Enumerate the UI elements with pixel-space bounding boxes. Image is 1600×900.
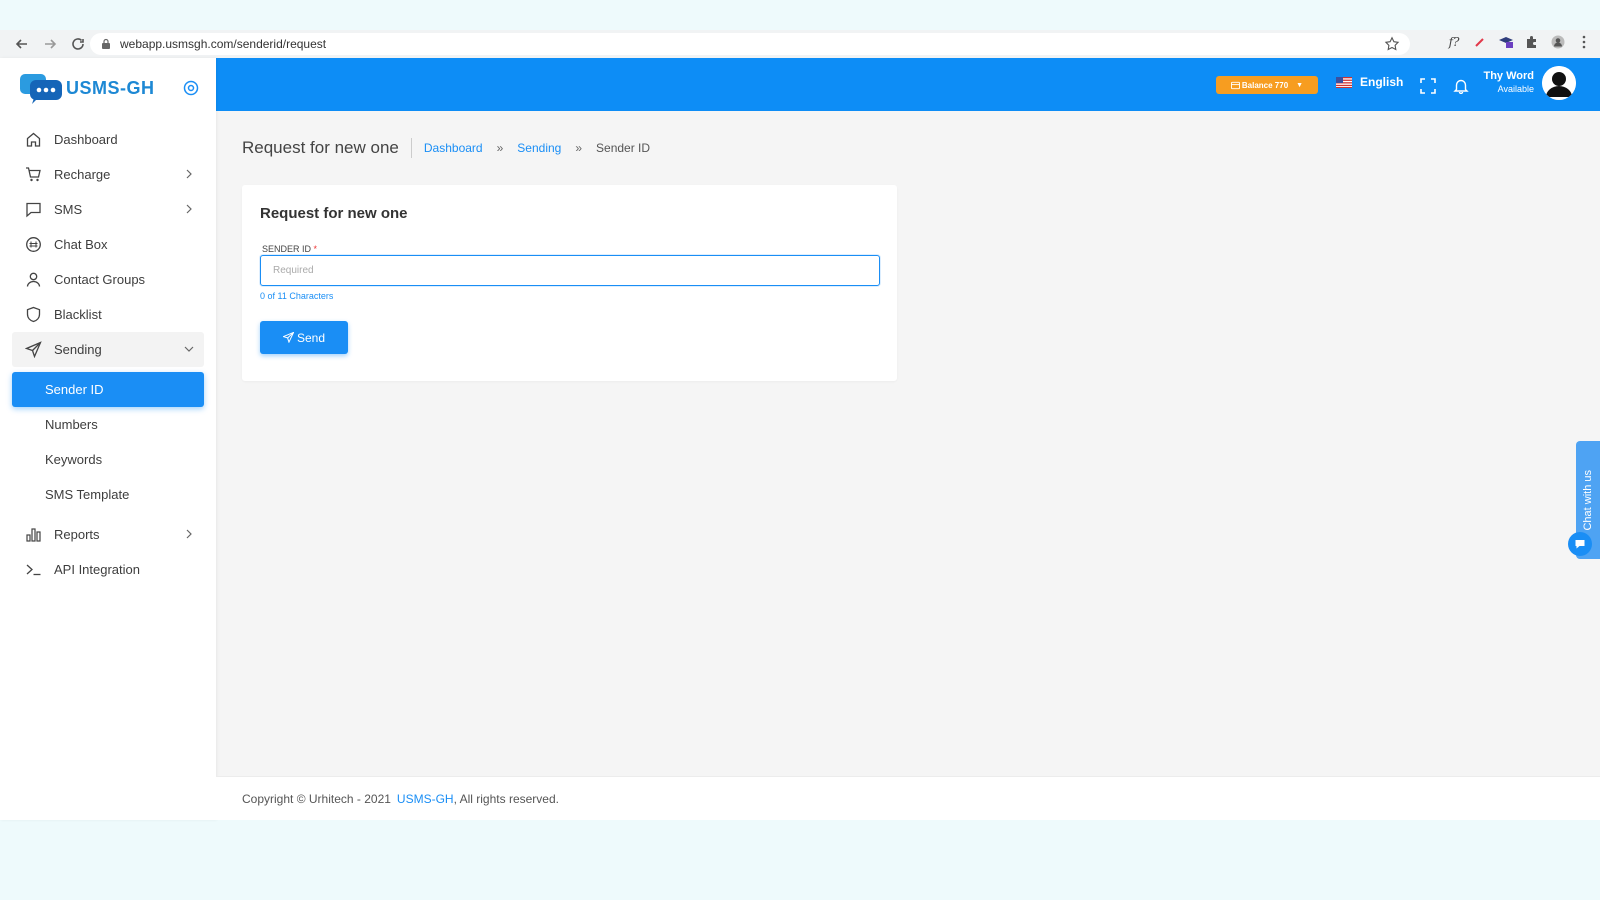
sidebar-subitem-numbers[interactable]: Numbers xyxy=(0,407,216,442)
url-text: webapp.usmsgh.com/senderid/request xyxy=(120,37,327,51)
font-ext-icon[interactable]: f? xyxy=(1446,34,1462,50)
extensions-area: f? xyxy=(1446,34,1592,50)
chat-with-us-label: Chat with us xyxy=(1582,469,1594,531)
language-selector[interactable]: English xyxy=(1336,75,1403,89)
target-icon[interactable] xyxy=(183,80,199,96)
user-info[interactable]: Thy Word Available xyxy=(1472,70,1534,94)
breadcrumb-separator: » xyxy=(575,141,583,155)
back-icon[interactable] xyxy=(10,32,34,56)
bell-icon[interactable] xyxy=(1453,78,1469,94)
user-name: Thy Word xyxy=(1483,70,1534,82)
chat-bubble-icon[interactable] xyxy=(1568,532,1592,556)
chevron-down-icon xyxy=(184,346,194,352)
brand-name: USMS-GH xyxy=(66,77,155,98)
footer-brand-link[interactable]: USMS-GH xyxy=(397,792,454,806)
lock-icon xyxy=(102,38,110,49)
chat-logo-icon xyxy=(20,74,62,104)
breadcrumb-sending[interactable]: Sending xyxy=(517,141,561,155)
chevron-right-icon xyxy=(186,529,192,539)
shield-icon xyxy=(25,306,42,323)
sidebar-item-label: API Integration xyxy=(54,562,140,577)
sidebar-subitem-sms-template[interactable]: SMS Template xyxy=(0,477,216,512)
sidebar-item-blacklist[interactable]: Blacklist xyxy=(0,297,216,332)
home-icon xyxy=(25,131,42,148)
user-icon xyxy=(25,271,42,288)
sidebar-item-sms[interactable]: SMS xyxy=(0,192,216,227)
sidebar: USMS-GH Dashboard Recharge SMS Chat Box xyxy=(0,58,216,820)
sidebar-item-sending[interactable]: Sending xyxy=(12,332,204,367)
sidebar-item-label: Sending xyxy=(54,342,102,357)
char-count: 0 of 11 Characters xyxy=(260,291,334,301)
send-button[interactable]: Send xyxy=(260,321,348,354)
page-title: Request for new one xyxy=(242,138,412,158)
us-flag-icon xyxy=(1336,76,1352,88)
sidebar-item-label: Dashboard xyxy=(54,132,118,147)
chevron-down-icon: ▼ xyxy=(1296,81,1304,89)
sidebar-item-dashboard[interactable]: Dashboard xyxy=(0,122,216,157)
page-header: Request for new one Dashboard » Sending … xyxy=(242,138,650,158)
browser-toolbar: webapp.usmsgh.com/senderid/request f? xyxy=(0,30,1600,58)
rights-text: , All rights reserved. xyxy=(453,791,559,806)
message-icon xyxy=(25,201,42,218)
balance-button[interactable]: Balance 770 ▼ xyxy=(1216,76,1318,94)
sidebar-item-label: Contact Groups xyxy=(54,272,146,287)
request-form-card: Request for new one SENDER ID * 0 of 11 … xyxy=(242,185,897,381)
profile-icon[interactable] xyxy=(1550,34,1566,50)
sidebar-item-recharge[interactable]: Recharge xyxy=(0,157,216,192)
copyright-text: Copyright © Urhitech - 2021 xyxy=(242,791,391,806)
terminal-icon xyxy=(25,561,42,578)
balance-label: Balance 770 xyxy=(1241,80,1289,90)
address-bar[interactable]: webapp.usmsgh.com/senderid/request xyxy=(90,33,1410,55)
sender-id-input[interactable] xyxy=(260,255,880,286)
sidebar-item-label: SMS xyxy=(54,202,83,217)
sender-id-label-text: SENDER ID xyxy=(262,244,312,254)
sender-id-label: SENDER ID * xyxy=(262,244,317,254)
forward-icon[interactable] xyxy=(38,32,62,56)
brand-logo[interactable]: USMS-GH xyxy=(18,72,155,104)
pen-ext-icon[interactable] xyxy=(1472,34,1488,50)
language-label: English xyxy=(1360,75,1404,89)
breadcrumb-dashboard[interactable]: Dashboard xyxy=(424,141,483,155)
chevron-right-icon xyxy=(186,204,192,214)
top-header: Balance 770 ▼ English Thy Word Available xyxy=(216,58,1600,111)
user-status: Available xyxy=(1497,84,1534,94)
card-title: Request for new one xyxy=(260,205,408,222)
sidebar-item-contact-groups[interactable]: Contact Groups xyxy=(0,262,216,297)
sidebar-item-api-integration[interactable]: API Integration xyxy=(0,552,216,587)
sidebar-item-label: Blacklist xyxy=(54,307,102,322)
app-window: Balance 770 ▼ English Thy Word Available xyxy=(0,58,1600,820)
breadcrumb-separator: » xyxy=(496,141,504,155)
sidebar-menu: Dashboard Recharge SMS Chat Box Contact … xyxy=(0,122,216,587)
sidebar-subitem-keywords[interactable]: Keywords xyxy=(0,442,216,477)
sidebar-item-chat-box[interactable]: Chat Box xyxy=(0,227,216,262)
sidebar-subitem-sender-id[interactable]: Sender ID xyxy=(12,372,204,407)
wallet-icon xyxy=(1230,81,1240,89)
avatar[interactable] xyxy=(1542,66,1576,100)
breadcrumb-current: Sender ID xyxy=(596,141,651,155)
reload-icon[interactable] xyxy=(66,32,90,56)
bar-chart-icon xyxy=(25,526,42,543)
puzzle-icon[interactable] xyxy=(1524,34,1540,50)
sidebar-item-label: Chat Box xyxy=(54,237,108,252)
chevron-right-icon xyxy=(186,169,192,179)
footer: Copyright © Urhitech - 2021 USMS-GH , Al… xyxy=(216,776,1600,820)
chat-icon xyxy=(25,236,42,253)
cap-ext-icon[interactable] xyxy=(1498,34,1514,50)
send-icon xyxy=(282,332,294,343)
send-label: Send xyxy=(296,330,326,345)
send-icon xyxy=(25,341,42,358)
required-mark: * xyxy=(313,244,318,254)
bookmark-star-icon[interactable] xyxy=(1384,36,1400,52)
sidebar-item-label: Recharge xyxy=(54,167,111,182)
cart-icon xyxy=(25,166,42,183)
kebab-menu-icon[interactable] xyxy=(1576,34,1592,50)
fullscreen-icon[interactable] xyxy=(1420,78,1436,94)
sidebar-item-label: Reports xyxy=(54,527,100,542)
sidebar-item-reports[interactable]: Reports xyxy=(0,517,216,552)
